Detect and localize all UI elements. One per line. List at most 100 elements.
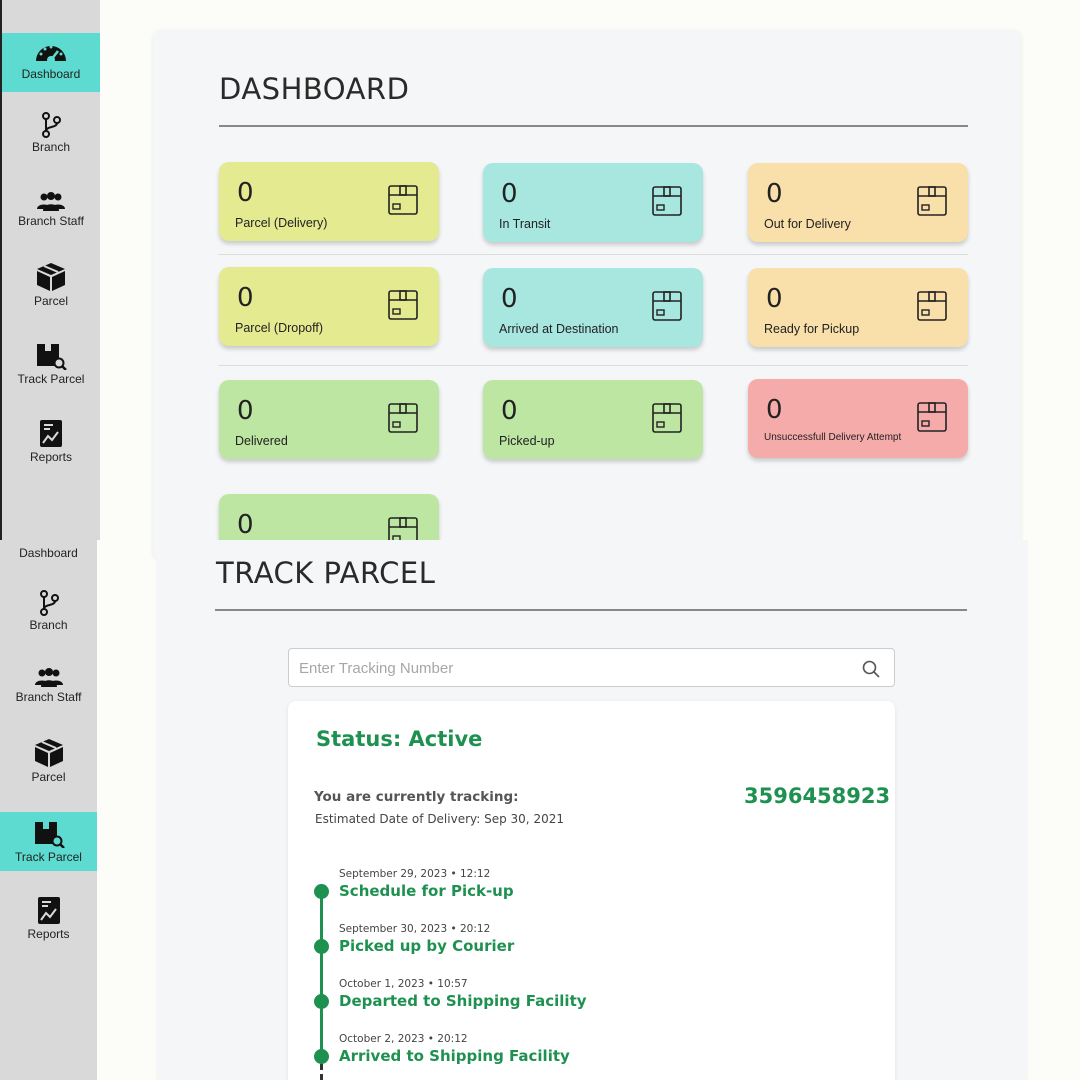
sidebar-item-label: Track Parcel (15, 850, 82, 864)
stat-card[interactable]: 0 Arrived at Destination (483, 268, 703, 347)
timeline-line (320, 892, 323, 1064)
parcel-box-icon (387, 289, 419, 326)
tracking-label: You are currently tracking: (314, 789, 519, 805)
parcel-box-icon (651, 185, 683, 222)
stat-card[interactable]: 0 Delivered (219, 380, 439, 459)
page-title: TRACK PARCEL (216, 556, 436, 590)
timeline-event: Picked up by Courier (339, 937, 515, 955)
timeline-dot (314, 884, 329, 899)
timeline-dot (314, 1049, 329, 1064)
stat-card[interactable]: 0 Parcel (Dropoff) (219, 267, 439, 346)
stat-card[interactable]: 0 Parcel (Delivery) (219, 162, 439, 241)
branch-icon (39, 590, 59, 616)
timeline-date: September 30, 2023 • 20:12 (339, 923, 491, 935)
stat-label: Ready for Pickup (764, 322, 860, 336)
sidebar-item-branch[interactable]: Branch (0, 590, 97, 640)
parcel-box-icon (916, 401, 948, 438)
title-divider (215, 609, 967, 611)
stat-label: Delivered (235, 434, 288, 448)
search-icon[interactable] (862, 660, 880, 678)
timeline-date: September 29, 2023 • 12:12 (339, 868, 491, 880)
stat-card[interactable]: 0 In Transit (483, 163, 703, 242)
status-text: Status: Active (316, 727, 483, 751)
sidebar-item-parcel[interactable]: Parcel (2, 262, 100, 312)
stat-label: In Transit (499, 217, 551, 231)
stat-label: Parcel (Delivery) (235, 216, 328, 230)
timeline-continuation (320, 1064, 323, 1080)
timeline-date: October 1, 2023 • 10:57 (339, 978, 468, 990)
timeline-dot (314, 994, 329, 1009)
sidebar-item-label: Branch Staff (18, 214, 84, 228)
staff-group-icon (34, 668, 63, 687)
sidebar-item-label: Branch (29, 618, 68, 632)
track-parcel-icon (34, 822, 65, 848)
tracking-number-input[interactable] (299, 657, 839, 679)
timeline-event: Arrived to Shipping Facility (339, 1047, 570, 1065)
stat-value: 0 (237, 178, 254, 208)
dashboard-gauge-icon (36, 45, 66, 64)
sidebar-item-branch[interactable]: Branch (2, 112, 100, 162)
parcel-box-icon (387, 402, 419, 439)
timeline-event: Departed to Shipping Facility (339, 992, 587, 1010)
row-divider (218, 365, 968, 366)
stat-value: 0 (766, 395, 783, 425)
stat-value: 0 (501, 396, 518, 426)
timeline-dot (314, 939, 329, 954)
stat-value: 0 (766, 179, 783, 209)
parcel-box-icon (916, 290, 948, 327)
track-parcel-icon (37, 344, 67, 370)
sidebar-item-label: Parcel (31, 770, 66, 784)
sidebar-item-label: Dashboard (19, 546, 78, 560)
parcel-box-icon (651, 290, 683, 327)
parcel-box-icon (34, 739, 63, 767)
stat-label: Picked-up (499, 434, 555, 448)
staff-group-icon (37, 192, 65, 211)
sidebar-item-dashboard[interactable]: Dashboard (0, 546, 97, 566)
tracking-search-box (288, 648, 895, 687)
stat-value: 0 (501, 179, 518, 209)
sidebar-item-label: Branch (31, 140, 71, 154)
sidebar-item-label: Dashboard (21, 67, 81, 81)
sidebar-item-parcel[interactable]: Parcel (0, 738, 97, 788)
parcel-box-icon (651, 402, 683, 439)
tracking-number: 3596458923 (744, 784, 891, 808)
sidebar-item-dashboard[interactable]: Dashboard (2, 33, 100, 92)
sidebar-item-label: Reports (29, 450, 73, 464)
sidebar-item-label: Reports (27, 927, 70, 941)
stat-card[interactable]: 0 Out for Delivery (748, 163, 968, 242)
stat-label: Unsuccessfull Delivery Attempt (764, 432, 902, 443)
reports-icon (37, 897, 60, 924)
stat-card[interactable]: 0 Unsuccessfull Delivery Attempt (748, 379, 968, 458)
page-title: DASHBOARD (219, 72, 410, 106)
stat-value: 0 (237, 510, 254, 540)
sidebar-item-branch-staff[interactable]: Branch Staff (0, 668, 97, 708)
sidebar-item-label: Track Parcel (17, 372, 85, 386)
stat-label: Parcel (Dropoff) (235, 321, 323, 335)
parcel-box-icon (37, 263, 65, 291)
sidebar-item-label: Branch Staff (15, 690, 82, 704)
stat-card[interactable]: 0 Picked-up (483, 380, 703, 459)
stat-value: 0 (766, 284, 783, 314)
dashboard-sidebar: Dashboard Branch Branch Staff Parcel Tra… (0, 0, 100, 540)
sidebar-item-branch-staff[interactable]: Branch Staff (2, 192, 100, 232)
stat-value: 0 (501, 284, 518, 314)
reports-icon (40, 420, 62, 447)
row-divider (218, 254, 968, 255)
track-sidebar: Dashboard Branch Branch Staff Parcel Tra… (0, 540, 97, 1080)
branch-icon (42, 112, 61, 138)
title-divider (219, 125, 968, 127)
timeline-date: October 2, 2023 • 20:12 (339, 1033, 468, 1045)
stat-label: Arrived at Destination (499, 322, 619, 336)
parcel-box-icon (916, 185, 948, 222)
sidebar-item-label: Parcel (33, 294, 68, 308)
estimated-delivery: Estimated Date of Delivery: Sep 30, 2021 (315, 812, 564, 826)
sidebar-item-track-parcel[interactable]: Track Parcel (0, 812, 97, 871)
stat-value: 0 (237, 283, 254, 313)
stat-label: Out for Delivery (764, 217, 851, 231)
stat-value: 0 (237, 396, 254, 426)
sidebar-item-track-parcel[interactable]: Track Parcel (2, 342, 100, 392)
timeline-event: Schedule for Pick-up (339, 882, 514, 900)
stat-card[interactable]: 0 Ready for Pickup (748, 268, 968, 347)
sidebar-item-reports[interactable]: Reports (0, 895, 97, 945)
sidebar-item-reports[interactable]: Reports (2, 418, 100, 468)
